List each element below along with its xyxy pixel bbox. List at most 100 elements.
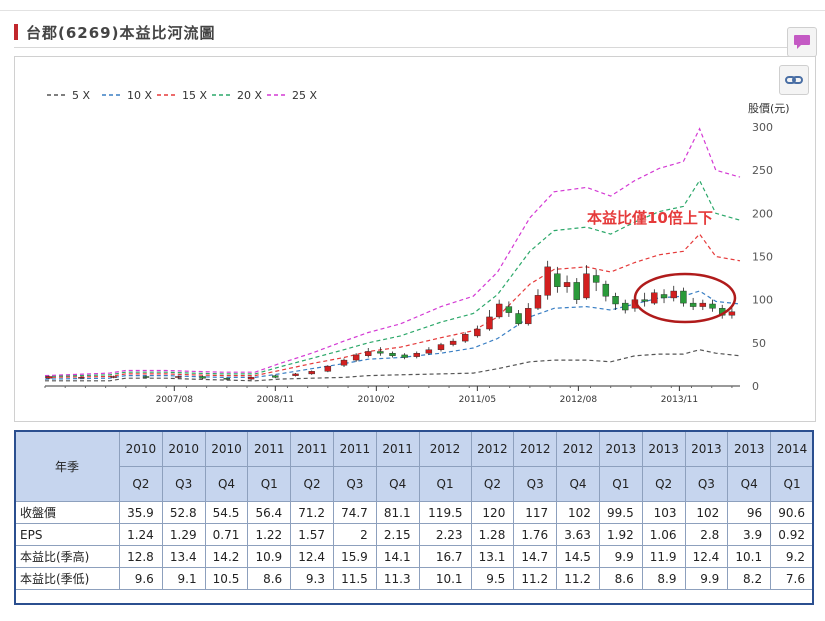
table-cell: 2: [332, 523, 377, 546]
quarter-header: Q2: [119, 466, 163, 502]
x-tick-label: 2008/11: [257, 395, 294, 405]
year-header: 2014: [770, 431, 814, 467]
price-candle: [495, 303, 503, 318]
table-cell: 56.4: [247, 501, 292, 524]
price-candle: [641, 299, 648, 302]
table-cell: 16.7: [418, 545, 472, 568]
price-candle: [449, 340, 457, 345]
price-candle: [486, 316, 493, 330]
table-cell: 102: [556, 501, 600, 524]
price-candle: [505, 306, 513, 313]
table-cell: 11.2: [556, 567, 600, 590]
quarter-header: Q1: [418, 466, 472, 502]
price-candle: [525, 308, 532, 325]
table-cell: 8.9: [641, 567, 686, 590]
row-label: 本益比(季低): [14, 567, 120, 590]
chain-link-icon: [785, 76, 803, 84]
table-cell: 2.23: [418, 523, 472, 546]
y-axis-label: 股價(元): [748, 101, 790, 115]
year-header: 2012: [513, 431, 558, 467]
top-divider: [0, 10, 825, 11]
table-cell: 14.2: [204, 545, 249, 568]
table-cell: 13.1: [470, 545, 515, 568]
price-candle: [622, 302, 629, 311]
table-cell: 9.1: [161, 567, 206, 590]
table-cell: 7.6: [770, 567, 814, 590]
table-cell: 11.2: [513, 567, 558, 590]
table-cell: 13.4: [161, 545, 206, 568]
table-cell: 102: [684, 501, 729, 524]
row-label: 本益比(季高): [14, 545, 120, 568]
table-cell: 1.06: [641, 523, 686, 546]
year-header: 2013: [641, 431, 686, 467]
quarter-header: Q3: [332, 466, 377, 502]
year-header: 2011: [247, 431, 292, 467]
price-candle: [340, 359, 348, 366]
price-candle: [554, 273, 561, 287]
y-tick-label: 0: [752, 380, 759, 393]
y-tick-label: 300: [752, 121, 773, 134]
title-accent-bar: [14, 24, 18, 40]
table-header-years: 年季 2010 2010 2010 2011 2011 2011 2011 2012 2012 2…: [14, 431, 814, 502]
quarter-header: Q4: [204, 466, 249, 502]
price-candle: [401, 354, 408, 358]
legend-label: 10 X: [127, 89, 152, 102]
price-candle: [389, 352, 396, 356]
quarter-header: Q3: [684, 466, 729, 502]
share-link-button[interactable]: [779, 65, 809, 95]
price-candle: [223, 378, 231, 380]
table-cell: 11.9: [641, 545, 686, 568]
pe-data-table: 年季 2010 2010 2010 2011 2011 2011 2011 2012 2012 2…: [14, 431, 814, 590]
legend-label: 25 X: [292, 89, 317, 102]
year-header: 2013: [684, 431, 729, 467]
price-candle: [199, 376, 206, 379]
price-candle: [437, 344, 445, 350]
price-candle: [699, 302, 707, 307]
year-header: 2013: [598, 431, 643, 467]
table-cell: 12.4: [290, 545, 334, 568]
price-candle: [474, 328, 481, 337]
table-cell: 8.6: [247, 567, 292, 590]
chat-button[interactable]: [787, 27, 817, 57]
table-cell: 9.5: [470, 567, 515, 590]
price-candle: [515, 313, 522, 325]
table-cell: 12.4: [684, 545, 729, 568]
table-cell: 9.2: [770, 545, 814, 568]
price-candle: [689, 302, 697, 307]
table-cell: 96: [727, 501, 772, 524]
table-cell: 3.63: [556, 523, 600, 546]
table-cell: 15.9: [332, 545, 377, 568]
quarter-header: Q3: [513, 466, 558, 502]
chart-panel: 2007/08 2008/11 2010/02 2011/05 2012/08 2013/…: [14, 56, 816, 422]
y-tick-label: 150: [752, 251, 773, 264]
price-candle: [592, 275, 600, 283]
table-cell: 1.24: [119, 523, 163, 546]
row-label: EPS: [14, 523, 120, 546]
table-cell: 14.5: [556, 545, 600, 568]
table-cell: 71.2: [290, 501, 334, 524]
price-candle: [272, 375, 279, 378]
table-cell: 10.9: [247, 545, 292, 568]
table-cell: 8.2: [727, 567, 772, 590]
table-cell: 81.1: [375, 501, 420, 524]
table-cell: 2.15: [375, 523, 420, 546]
page-title: 台郡(6269)本益比河流圖: [26, 24, 216, 42]
price-candle: [377, 351, 384, 354]
table-cell: 10.1: [727, 545, 772, 568]
price-candle: [534, 295, 542, 309]
table-cell: 1.57: [290, 523, 334, 546]
table-cell: 1.76: [513, 523, 558, 546]
price-candle: [728, 311, 736, 316]
price-candle: [709, 303, 716, 309]
quarter-header: Q3: [161, 466, 206, 502]
table-cell: 74.7: [332, 501, 377, 524]
price-candle: [142, 376, 150, 378]
price-candle: [462, 334, 469, 342]
price-candle: [425, 349, 433, 354]
quarter-header: Q4: [556, 466, 600, 502]
table-cell: 14.7: [513, 545, 558, 568]
table-cell: 0.92: [770, 523, 814, 546]
price-candle: [110, 376, 117, 378]
table-cell: 3.9: [727, 523, 772, 546]
table-cell: 119.5: [418, 501, 472, 524]
